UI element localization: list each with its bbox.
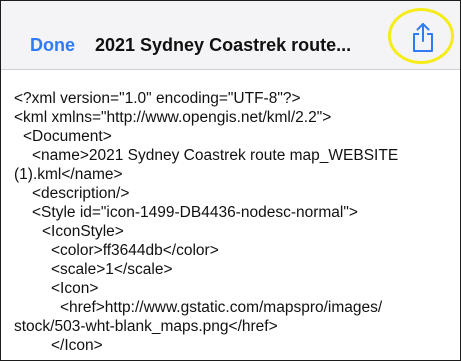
code-line: <?xml version="1.0" encoding="UTF-8"?> [14,90,301,107]
done-button[interactable]: Done [30,35,75,56]
code-line: <IconStyle> [42,223,124,240]
code-line: stock/503-wht-blank_maps.png</href> [14,318,278,335]
code-line: <color>ff3644db</color> [51,242,219,259]
code-line: (1).kml</name> [14,166,123,183]
navigation-bar: Done 2021 Sydney Coastrek route... [1,1,460,70]
code-line: </Icon> [51,337,103,354]
code-line: <href>http://www.gstatic.com/mapspro/ima… [60,299,383,316]
share-icon[interactable] [410,21,436,53]
code-line: <kml xmlns="http://www.opengis.net/kml/2… [14,109,332,126]
code-line: <Document> [23,128,112,145]
code-line: <name>2021 Sydney Coastrek route map_WEB… [32,147,399,164]
code-line: <Icon> [51,280,99,297]
document-title: 2021 Sydney Coastrek route... [95,35,352,55]
code-line: <description/> [32,185,130,202]
document-content: <?xml version="1.0" encoding="UTF-8"?> <… [1,81,460,360]
code-line: <scale>1</scale> [51,261,173,278]
code-line: <Style id="icon-1499-DB4436-nodesc-norma… [32,204,358,221]
kml-document-viewer: Done 2021 Sydney Coastrek route... <?xml… [0,0,461,361]
